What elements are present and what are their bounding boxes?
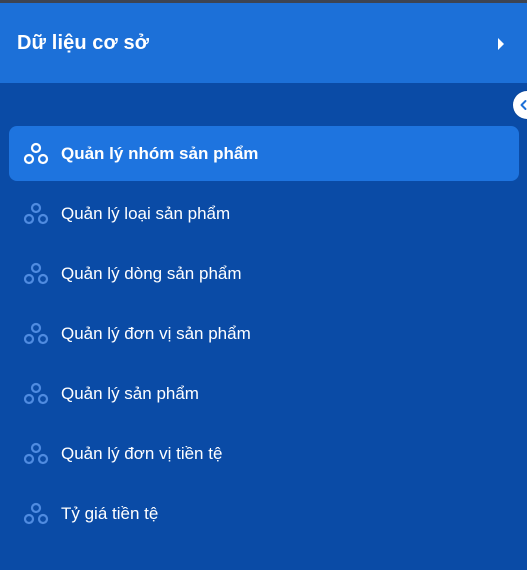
sidebar-item-label: Quản lý loại sản phẩm: [61, 204, 231, 223]
sidebar-menu: Quản lý nhóm sản phẩm Quản lý loại sản ph…: [9, 126, 519, 546]
section-header[interactable]: Dữ liệu cơ sở: [0, 3, 527, 83]
sidebar-item-6[interactable]: Quản lý đơn vị tiền tệ: [9, 426, 519, 481]
caret-right-icon: [498, 38, 504, 50]
cluster-icon: [23, 382, 49, 406]
sidebar-item-label: Quản lý sản phẩm: [61, 384, 199, 403]
cluster-icon: [23, 322, 49, 346]
section-title: Dữ liệu cơ sở: [17, 31, 150, 54]
sidebar-item-label: Quản lý dòng sản phẩm: [61, 264, 242, 283]
sidebar-item-7[interactable]: Tỷ giá tiền tệ: [9, 486, 519, 541]
cluster-icon: [23, 202, 49, 226]
sidebar-item-label: Quản lý đơn vị sản phẩm: [61, 324, 251, 343]
cluster-icon: [23, 442, 49, 466]
sidebar-item-label: Quản lý đơn vị tiền tệ: [61, 444, 223, 463]
chevron-left-icon: [520, 100, 527, 110]
sidebar-item-5[interactable]: Quản lý sản phẩm: [9, 366, 519, 421]
sidebar-collapse-toggle[interactable]: [513, 91, 527, 119]
sidebar-item-label: Tỷ giá tiền tệ: [61, 504, 159, 523]
sidebar-item-4[interactable]: Quản lý đơn vị sản phẩm: [9, 306, 519, 361]
cluster-icon: [23, 262, 49, 286]
sidebar-item-1[interactable]: Quản lý nhóm sản phẩm: [9, 126, 519, 181]
sidebar-item-label: Quản lý nhóm sản phẩm: [61, 144, 259, 163]
sidebar-item-2[interactable]: Quản lý loại sản phẩm: [9, 186, 519, 241]
sidebar-item-3[interactable]: Quản lý dòng sản phẩm: [9, 246, 519, 301]
cluster-icon: [23, 142, 49, 166]
cluster-icon: [23, 502, 49, 526]
